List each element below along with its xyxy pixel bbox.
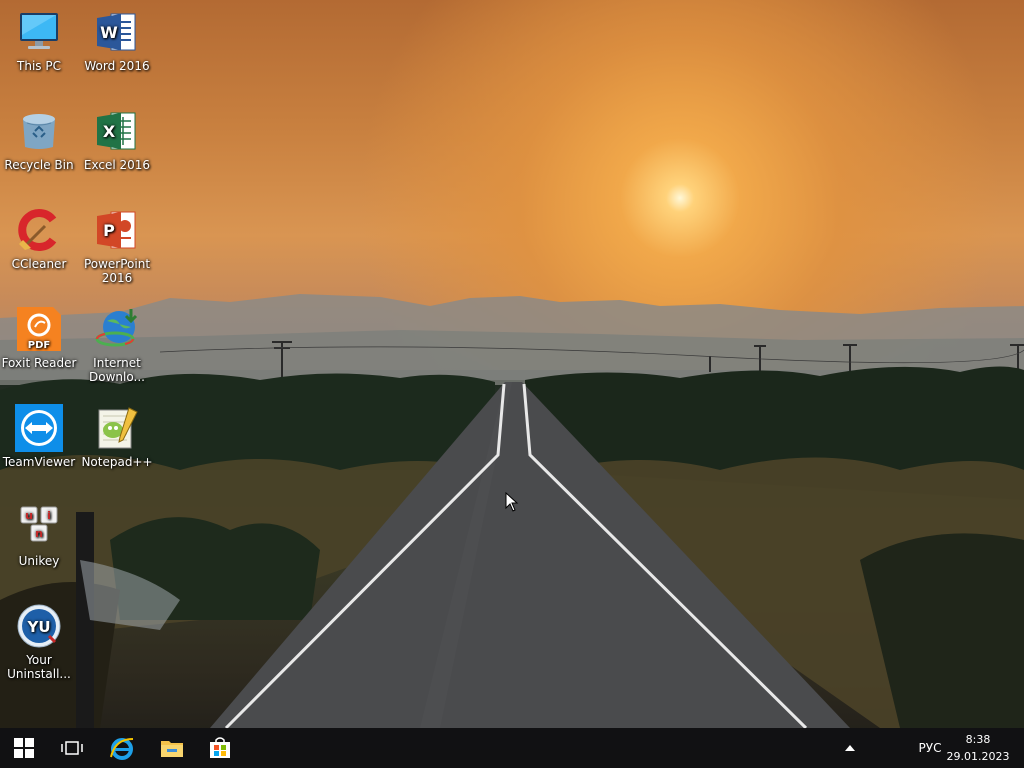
chevron-up-icon [845,745,855,751]
icon-label: This PC [17,59,61,73]
desktop-icon-this-pc[interactable]: This PC [0,8,78,100]
clock-date: 29.01.2023 [946,750,1010,763]
desktop-icon-ccleaner[interactable]: CCleaner [0,206,78,298]
system-clock[interactable]: 8:38 29.01.2023 [946,731,1010,765]
desktop-icon-recycle-bin[interactable]: Recycle Bin [0,107,78,199]
task-view-icon [61,741,83,755]
your-uninstaller-icon: YU [17,604,61,648]
svg-text:X: X [103,122,116,141]
icon-label: TeamViewer [2,455,76,469]
icon-label: Word 2016 [84,59,150,73]
excel-icon: X [97,112,136,150]
internet-download-manager-icon [95,309,138,347]
taskbar: РУС 8:38 29.01.2023 [0,728,1024,768]
desktop-icon-internet-download-manager[interactable]: Internet Downlo... [78,305,156,397]
unikey-icon: u i n [20,506,58,542]
icon-label: Recycle Bin [4,158,74,172]
icon-label: Foxit Reader [1,356,77,370]
icon-label: PowerPoint 2016 [83,257,151,285]
icon-label: Notepad++ [81,455,153,469]
ccleaner-icon [18,209,57,251]
desktop-icon-foxit-reader[interactable]: PDF Foxit Reader [0,305,78,397]
language-label: РУС [918,741,942,755]
desktop-icon-notepad-plus-plus[interactable]: Notepad++ [78,404,156,496]
desktop-icon-excel-2016[interactable]: X Excel 2016 [78,107,156,199]
icon-label: Unikey [18,554,60,568]
task-view-button[interactable] [48,728,96,768]
desktop-icon-your-uninstaller[interactable]: YU Your Uninstall... [0,602,78,694]
taskbar-store[interactable] [196,728,244,768]
show-hidden-icons-button[interactable] [840,740,860,756]
desktop-icon-unikey[interactable]: u i n Unikey [0,503,78,595]
taskbar-file-explorer[interactable] [148,728,196,768]
taskbar-internet-explorer[interactable] [98,728,146,768]
icon-label: Excel 2016 [83,158,151,172]
desktop-icon-word-2016[interactable]: W Word 2016 [78,8,156,100]
svg-text:n: n [35,527,43,540]
store-icon [210,737,230,758]
recycle-bin-icon [23,114,55,149]
powerpoint-icon: P [97,211,136,249]
internet-explorer-icon [110,738,134,760]
foxit-reader-icon: PDF [17,307,61,351]
icon-label: Internet Downlo... [89,356,145,384]
mouse-cursor-icon [505,492,519,512]
desktop-icon-teamviewer[interactable]: TeamViewer [0,404,78,496]
folder-icon [161,741,183,757]
clock-time: 8:38 [965,733,991,746]
icon-label: Your Uninstall... [7,653,71,681]
svg-text:YU: YU [26,618,50,636]
teamviewer-icon [15,404,63,452]
notepad-plus-plus-icon [98,407,138,449]
windows-logo-icon [14,738,34,758]
svg-text:PDF: PDF [28,340,50,351]
svg-text:W: W [100,23,118,42]
svg-text:P: P [103,221,115,240]
svg-text:u: u [25,509,33,522]
svg-text:i: i [47,509,51,522]
desktop-icon-powerpoint-2016[interactable]: P PowerPoint 2016 [78,206,156,298]
icon-label: CCleaner [11,257,67,271]
start-button[interactable] [0,728,48,768]
input-language-indicator[interactable]: РУС [912,740,948,756]
this-pc-icon [20,13,58,49]
word-icon: W [97,13,136,51]
